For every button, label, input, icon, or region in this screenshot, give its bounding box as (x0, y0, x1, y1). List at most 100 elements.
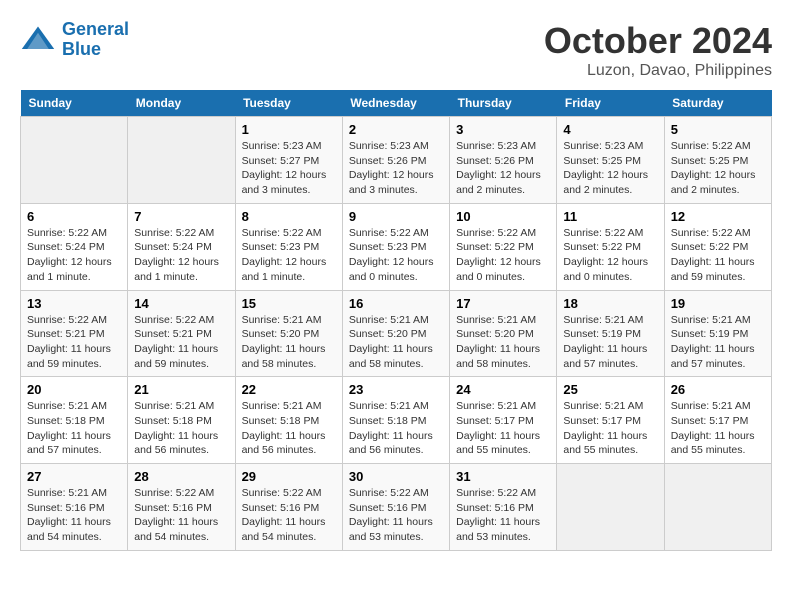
logo: General Blue (20, 20, 129, 60)
calendar-cell: 2 Sunrise: 5:23 AM Sunset: 5:26 PM Daylig… (342, 117, 449, 204)
day-info: Sunrise: 5:23 AM Sunset: 5:26 PM Dayligh… (349, 139, 443, 198)
calendar-cell: 23 Sunrise: 5:21 AM Sunset: 5:18 PM Dayli… (342, 377, 449, 464)
calendar-cell: 5 Sunrise: 5:22 AM Sunset: 5:25 PM Daylig… (664, 117, 771, 204)
day-number: 31 (456, 469, 550, 484)
calendar-cell: 26 Sunrise: 5:21 AM Sunset: 5:17 PM Dayli… (664, 377, 771, 464)
day-number: 27 (27, 469, 121, 484)
day-info: Sunrise: 5:21 AM Sunset: 5:19 PM Dayligh… (671, 313, 765, 372)
day-info: Sunrise: 5:22 AM Sunset: 5:24 PM Dayligh… (27, 226, 121, 285)
day-number: 17 (456, 296, 550, 311)
day-info: Sunrise: 5:21 AM Sunset: 5:20 PM Dayligh… (456, 313, 550, 372)
day-number: 26 (671, 382, 765, 397)
calendar-cell: 20Sunrise: 5:21 AM Sunset: 5:18 PM Dayli… (21, 377, 128, 464)
calendar-cell: 4 Sunrise: 5:23 AM Sunset: 5:25 PM Daylig… (557, 117, 664, 204)
calendar-cell: 9 Sunrise: 5:22 AM Sunset: 5:23 PM Daylig… (342, 203, 449, 290)
calendar-cell: 31Sunrise: 5:22 AM Sunset: 5:16 PM Dayli… (450, 464, 557, 551)
title-block: October 2024 Luzon, Davao, Philippines (544, 20, 772, 80)
day-number: 22 (242, 382, 336, 397)
day-info: Sunrise: 5:22 AM Sunset: 5:25 PM Dayligh… (671, 139, 765, 198)
calendar-cell: 15 Sunrise: 5:21 AM Sunset: 5:20 PM Dayli… (235, 290, 342, 377)
calendar-cell: 17 Sunrise: 5:21 AM Sunset: 5:20 PM Dayli… (450, 290, 557, 377)
day-info: Sunrise: 5:21 AM Sunset: 5:17 PM Dayligh… (456, 399, 550, 458)
calendar-cell: 19 Sunrise: 5:21 AM Sunset: 5:19 PM Dayli… (664, 290, 771, 377)
day-number: 4 (563, 122, 657, 137)
calendar-cell: 6 Sunrise: 5:22 AM Sunset: 5:24 PM Daylig… (21, 203, 128, 290)
calendar-week-row: 13 Sunrise: 5:22 AM Sunset: 5:21 PM Dayli… (21, 290, 772, 377)
day-info: Sunrise: 5:22 AM Sunset: 5:16 PM Dayligh… (349, 486, 443, 545)
calendar-cell: 21 Sunrise: 5:21 AM Sunset: 5:18 PM Dayli… (128, 377, 235, 464)
calendar-cell: 3 Sunrise: 5:23 AM Sunset: 5:26 PM Daylig… (450, 117, 557, 204)
day-number: 5 (671, 122, 765, 137)
calendar-cell: 8 Sunrise: 5:22 AM Sunset: 5:23 PM Daylig… (235, 203, 342, 290)
day-number: 10 (456, 209, 550, 224)
day-info: Sunrise: 5:21 AM Sunset: 5:17 PM Dayligh… (671, 399, 765, 458)
calendar-week-row: 1Sunrise: 5:23 AM Sunset: 5:27 PM Daylig… (21, 117, 772, 204)
day-number: 25 (563, 382, 657, 397)
day-number: 29 (242, 469, 336, 484)
day-info: Sunrise: 5:21 AM Sunset: 5:19 PM Dayligh… (563, 313, 657, 372)
calendar-cell (664, 464, 771, 551)
weekday-header: Friday (557, 90, 664, 117)
day-number: 14 (134, 296, 228, 311)
day-info: Sunrise: 5:23 AM Sunset: 5:25 PM Dayligh… (563, 139, 657, 198)
day-info: Sunrise: 5:21 AM Sunset: 5:18 PM Dayligh… (27, 399, 121, 458)
day-info: Sunrise: 5:21 AM Sunset: 5:18 PM Dayligh… (349, 399, 443, 458)
calendar-cell: 10 Sunrise: 5:22 AM Sunset: 5:22 PM Dayli… (450, 203, 557, 290)
weekday-header: Tuesday (235, 90, 342, 117)
day-number: 9 (349, 209, 443, 224)
day-info: Sunrise: 5:22 AM Sunset: 5:24 PM Dayligh… (134, 226, 228, 285)
calendar-cell (128, 117, 235, 204)
calendar-cell: 11 Sunrise: 5:22 AM Sunset: 5:22 PM Dayli… (557, 203, 664, 290)
calendar-week-row: 6 Sunrise: 5:22 AM Sunset: 5:24 PM Daylig… (21, 203, 772, 290)
day-info: Sunrise: 5:21 AM Sunset: 5:17 PM Dayligh… (563, 399, 657, 458)
calendar-cell: 30 Sunrise: 5:22 AM Sunset: 5:16 PM Dayli… (342, 464, 449, 551)
day-info: Sunrise: 5:21 AM Sunset: 5:18 PM Dayligh… (242, 399, 336, 458)
weekday-header-row: SundayMondayTuesdayWednesdayThursdayFrid… (21, 90, 772, 117)
day-info: Sunrise: 5:22 AM Sunset: 5:16 PM Dayligh… (242, 486, 336, 545)
page-title: October 2024 (544, 20, 772, 62)
calendar-week-row: 27Sunrise: 5:21 AM Sunset: 5:16 PM Dayli… (21, 464, 772, 551)
day-info: Sunrise: 5:23 AM Sunset: 5:26 PM Dayligh… (456, 139, 550, 198)
calendar-cell: 13Sunrise: 5:22 AM Sunset: 5:21 PM Dayli… (21, 290, 128, 377)
day-number: 30 (349, 469, 443, 484)
day-number: 21 (134, 382, 228, 397)
calendar-week-row: 20Sunrise: 5:21 AM Sunset: 5:18 PM Dayli… (21, 377, 772, 464)
weekday-header: Sunday (21, 90, 128, 117)
day-info: Sunrise: 5:21 AM Sunset: 5:20 PM Dayligh… (242, 313, 336, 372)
day-number: 3 (456, 122, 550, 137)
page-header: General Blue October 2024 Luzon, Davao, … (20, 20, 772, 80)
calendar-cell: 25 Sunrise: 5:21 AM Sunset: 5:17 PM Dayli… (557, 377, 664, 464)
day-number: 8 (242, 209, 336, 224)
day-number: 1 (242, 122, 336, 137)
calendar-cell (21, 117, 128, 204)
day-info: Sunrise: 5:22 AM Sunset: 5:21 PM Dayligh… (134, 313, 228, 372)
day-number: 2 (349, 122, 443, 137)
calendar-cell: 29 Sunrise: 5:22 AM Sunset: 5:16 PM Dayli… (235, 464, 342, 551)
page-subtitle: Luzon, Davao, Philippines (544, 62, 772, 80)
day-info: Sunrise: 5:21 AM Sunset: 5:18 PM Dayligh… (134, 399, 228, 458)
day-number: 13 (27, 296, 121, 311)
day-number: 16 (349, 296, 443, 311)
calendar-cell: 14 Sunrise: 5:22 AM Sunset: 5:21 PM Dayli… (128, 290, 235, 377)
calendar-cell: 27Sunrise: 5:21 AM Sunset: 5:16 PM Dayli… (21, 464, 128, 551)
day-info: Sunrise: 5:22 AM Sunset: 5:23 PM Dayligh… (242, 226, 336, 285)
calendar-cell: 7 Sunrise: 5:22 AM Sunset: 5:24 PM Daylig… (128, 203, 235, 290)
logo-text: General Blue (62, 20, 129, 60)
day-info: Sunrise: 5:22 AM Sunset: 5:22 PM Dayligh… (456, 226, 550, 285)
calendar-cell: 24Sunrise: 5:21 AM Sunset: 5:17 PM Dayli… (450, 377, 557, 464)
day-number: 7 (134, 209, 228, 224)
day-number: 12 (671, 209, 765, 224)
day-number: 23 (349, 382, 443, 397)
day-number: 6 (27, 209, 121, 224)
day-number: 15 (242, 296, 336, 311)
calendar-cell (557, 464, 664, 551)
day-number: 19 (671, 296, 765, 311)
day-info: Sunrise: 5:22 AM Sunset: 5:23 PM Dayligh… (349, 226, 443, 285)
weekday-header: Wednesday (342, 90, 449, 117)
calendar-cell: 22 Sunrise: 5:21 AM Sunset: 5:18 PM Dayli… (235, 377, 342, 464)
calendar-cell: 12 Sunrise: 5:22 AM Sunset: 5:22 PM Dayli… (664, 203, 771, 290)
day-info: Sunrise: 5:22 AM Sunset: 5:22 PM Dayligh… (671, 226, 765, 285)
day-info: Sunrise: 5:22 AM Sunset: 5:22 PM Dayligh… (563, 226, 657, 285)
day-number: 11 (563, 209, 657, 224)
day-info: Sunrise: 5:21 AM Sunset: 5:20 PM Dayligh… (349, 313, 443, 372)
